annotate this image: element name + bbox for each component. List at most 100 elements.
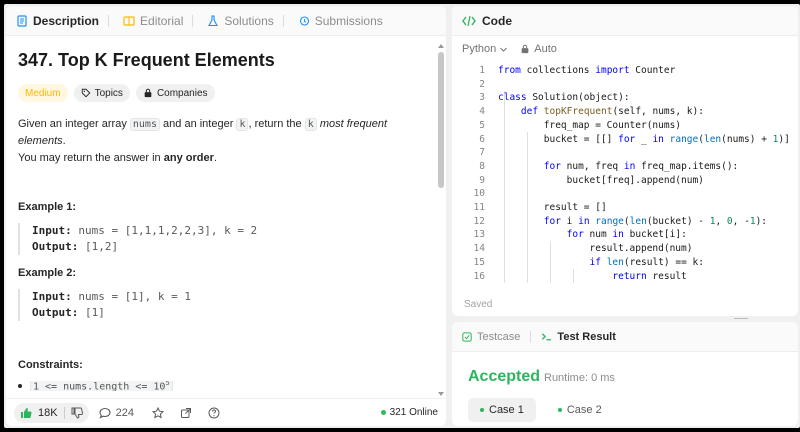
line-number: 9 xyxy=(479,174,485,186)
app-frame: Description Editorial Solutions Submissi… xyxy=(4,4,800,428)
description-scrollbar[interactable] xyxy=(438,44,444,396)
code-line[interactable]: 9 bucket[freq].append(num) xyxy=(452,174,798,188)
autosave-mode[interactable]: Auto xyxy=(520,43,557,55)
comments-button[interactable]: 224 xyxy=(99,407,134,419)
desc-text: . xyxy=(62,135,66,147)
case-tab-1[interactable]: Case 1 xyxy=(468,398,536,422)
comments-count: 224 xyxy=(115,406,134,419)
line-number: 11 xyxy=(473,202,485,213)
line-number: 10 xyxy=(473,188,485,200)
likes-count: 18K xyxy=(38,406,58,419)
companies-label: Companies xyxy=(156,87,208,99)
result-status: Accepted xyxy=(468,368,541,385)
example-block: Input: nums = [1,1,1,2,2,3], k = 2 Outpu… xyxy=(18,223,430,255)
case-label: Case 1 xyxy=(489,404,524,416)
tab-editorial[interactable]: Editorial xyxy=(123,14,194,28)
book-icon xyxy=(123,15,135,26)
code-text: def topKFrequent(self, nums, k): xyxy=(520,106,704,118)
output-value: [1,2] xyxy=(78,240,119,253)
code-text: bucket[freq].append(num) xyxy=(498,174,704,186)
tab-testcase-label: Testcase xyxy=(477,330,521,343)
online-indicator: 321 Online xyxy=(380,407,438,418)
tab-solutions-label: Solutions xyxy=(224,13,274,28)
star-icon[interactable] xyxy=(151,406,164,419)
code-line[interactable]: 1 from collections import Counter xyxy=(452,64,798,78)
code-text: for i in range(len(bucket) - 1, 0, -1): xyxy=(543,215,768,227)
topics-chip[interactable]: Topics xyxy=(73,84,130,102)
companies-chip[interactable]: Companies xyxy=(135,84,215,102)
problem-description: Given an integer array nums and an integ… xyxy=(18,116,430,167)
code-line[interactable]: 5 freq_map = Counter(nums) xyxy=(452,119,798,133)
output-label: Output: xyxy=(32,240,79,253)
example-2: Example 2: Input: nums = [1], k = 1 Outp… xyxy=(18,267,430,321)
code-line[interactable]: 2 xyxy=(452,78,798,92)
code-line[interactable]: 3 class Solution(object): xyxy=(452,91,798,105)
line-number: 7 xyxy=(479,147,485,159)
inline-code: k xyxy=(304,118,317,131)
language-select[interactable]: Python xyxy=(462,43,508,55)
history-icon xyxy=(299,15,309,26)
case-tab-2[interactable]: Case 2 xyxy=(546,398,614,422)
tag-icon xyxy=(81,88,90,98)
tab-testcase[interactable]: Testcase xyxy=(462,331,520,343)
code-text: freq_map = Counter(nums) xyxy=(498,119,682,131)
line-number: 5 xyxy=(479,119,485,131)
input-value: nums = [1], k = 1 xyxy=(71,290,191,303)
online-count: 321 Online xyxy=(389,407,438,418)
code-text: for num, freq in freq_map.items(): xyxy=(543,160,739,172)
code-line[interactable]: 10 xyxy=(452,187,798,201)
tab-description-label: Description xyxy=(33,13,100,28)
code-line[interactable]: 7 xyxy=(452,146,798,160)
document-icon xyxy=(17,14,27,27)
tag-chips: Medium Topics Companies xyxy=(18,84,430,102)
line-number: 16 xyxy=(473,270,485,282)
online-dot xyxy=(380,410,386,415)
code-line[interactable]: 16 return result xyxy=(452,270,798,284)
tab-divider xyxy=(282,14,284,27)
tab-divider xyxy=(530,330,532,343)
code-editor[interactable]: 1 from collections import Counter 2 3 class … xyxy=(452,64,798,292)
thumbs-down-icon[interactable] xyxy=(71,407,83,419)
lock-icon xyxy=(144,88,152,98)
help-icon[interactable] xyxy=(208,407,220,419)
desc-text: , return the xyxy=(248,118,305,130)
line-number: 8 xyxy=(479,160,485,172)
share-icon[interactable] xyxy=(180,407,192,419)
code-line[interactable]: 6 bucket = [[] for _ in range(len(nums) … xyxy=(452,133,798,147)
constraint-item: 1 <= nums.length <= 105 xyxy=(18,381,430,391)
code-text: from collections import Counter xyxy=(498,65,676,76)
vote-divider xyxy=(63,406,65,419)
constraint-code: 1 <= nums.length <= 105 xyxy=(30,381,173,391)
tab-description[interactable]: Description xyxy=(16,13,110,28)
desc-text: . xyxy=(213,152,217,164)
code-line[interactable]: 4 def topKFrequent(self, nums, k): xyxy=(452,105,798,119)
code-line[interactable]: 8 for num, freq in freq_map.items(): xyxy=(452,160,798,174)
line-number: 6 xyxy=(479,133,485,145)
tab-solutions[interactable]: Solutions xyxy=(207,13,284,28)
line-number: 4 xyxy=(479,106,485,118)
thumbs-up-icon[interactable] xyxy=(20,407,32,419)
tab-divider xyxy=(108,14,110,27)
tab-test-result[interactable]: Test Result xyxy=(541,331,616,343)
checkbox-icon xyxy=(462,331,472,342)
constraint-exponent: 5 xyxy=(165,381,170,388)
example-1: Example 1: Input: nums = [1,1,1,2,2,3], … xyxy=(18,201,430,255)
code-line[interactable]: 14 result.append(num) xyxy=(452,242,798,256)
scroll-up-icon[interactable] xyxy=(438,44,444,48)
tab-submissions[interactable]: Submissions xyxy=(298,14,383,28)
scroll-down-icon[interactable] xyxy=(438,392,444,396)
code-line[interactable]: 11 result = [] xyxy=(452,201,798,215)
difficulty-badge[interactable]: Medium xyxy=(18,84,68,102)
line-number: 2 xyxy=(479,78,485,90)
description-panel: Description Editorial Solutions Submissi… xyxy=(6,6,446,426)
desc-text: and an integer xyxy=(159,118,237,130)
scroll-thumb[interactable] xyxy=(438,52,444,188)
input-label: Input: xyxy=(32,224,72,237)
code-line[interactable]: 13 for num in bucket[i]: xyxy=(452,228,798,242)
comment-icon xyxy=(99,407,111,419)
panel-resize-handle[interactable] xyxy=(734,317,748,320)
code-text: class Solution(object): xyxy=(498,92,630,104)
constraints-title: Constraints: xyxy=(18,359,83,371)
code-line[interactable]: 12 for i in range(len(bucket) - 1, 0, -1… xyxy=(452,215,798,229)
code-line[interactable]: 15 if len(result) == k: xyxy=(452,256,798,270)
